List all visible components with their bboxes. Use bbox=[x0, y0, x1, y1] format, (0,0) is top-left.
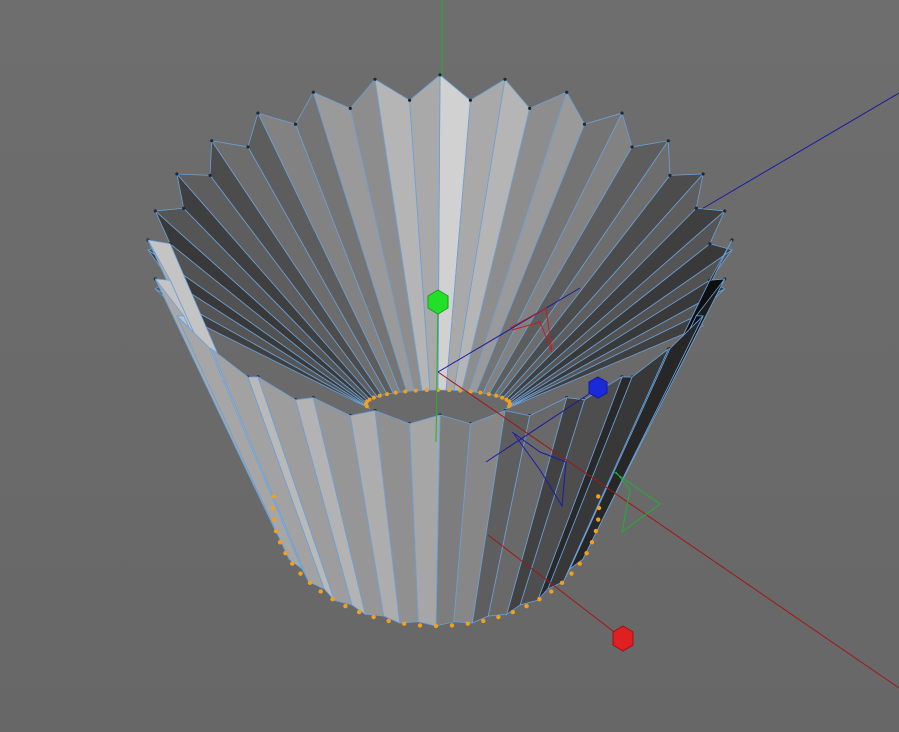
selected-vertex-outer bbox=[577, 561, 582, 566]
rim-vertex bbox=[620, 111, 624, 115]
selected-vertex-inner bbox=[385, 392, 390, 397]
selected-vertex-inner bbox=[367, 397, 372, 402]
selected-vertex-outer bbox=[433, 623, 439, 629]
selected-vertex-outer bbox=[593, 528, 599, 534]
selected-vertex-inner bbox=[500, 395, 505, 400]
selected-vertex-outer bbox=[402, 621, 407, 626]
selected-vertex-inner bbox=[393, 390, 398, 395]
selected-vertex-outer bbox=[330, 597, 335, 602]
rim-vertex bbox=[407, 98, 412, 102]
rim-vertex bbox=[468, 98, 473, 102]
selected-vertex-outer bbox=[510, 609, 516, 615]
selected-vertex-inner bbox=[478, 390, 483, 395]
rim-vertex bbox=[256, 111, 260, 115]
rim-vertex bbox=[210, 139, 214, 143]
selected-vertex-outer bbox=[449, 623, 455, 628]
selected-vertex-outer bbox=[465, 621, 470, 626]
rim-vertex bbox=[348, 106, 352, 110]
z-axis-handle[interactable] bbox=[588, 376, 608, 399]
rim-vertex bbox=[246, 145, 250, 149]
selected-vertex-outer bbox=[386, 618, 391, 624]
selected-vertex-outer bbox=[569, 571, 574, 576]
selected-vertex-outer bbox=[290, 561, 295, 566]
selected-vertex-inner bbox=[458, 388, 463, 393]
rim-vertex bbox=[373, 77, 377, 81]
x-axis-handle[interactable] bbox=[612, 625, 634, 652]
selected-vertex-inner bbox=[424, 388, 429, 393]
rim-vertex bbox=[701, 172, 705, 176]
selected-vertex-outer bbox=[596, 517, 601, 522]
selected-vertex-outer bbox=[283, 550, 288, 556]
rim-vertex bbox=[666, 139, 670, 143]
rim-vertex bbox=[630, 145, 634, 149]
selected-vertex-inner bbox=[413, 388, 418, 393]
rim-vertex bbox=[182, 206, 186, 210]
viewport-scene[interactable] bbox=[0, 0, 899, 732]
rim-vertex bbox=[582, 122, 587, 126]
selected-vertex-outer bbox=[537, 597, 542, 602]
selected-vertex-outer bbox=[549, 589, 554, 594]
selected-vertex-outer bbox=[496, 614, 501, 620]
rim-vertex bbox=[153, 209, 157, 213]
selected-vertex-outer bbox=[356, 609, 362, 615]
rim-vertex bbox=[293, 122, 298, 126]
rim-vertex bbox=[668, 173, 672, 178]
selected-vertex-outer bbox=[273, 528, 279, 534]
selected-vertex-outer bbox=[589, 540, 595, 545]
rim-vertex bbox=[565, 90, 569, 94]
selected-vertex-outer bbox=[596, 505, 602, 511]
selected-vertex-outer bbox=[559, 580, 565, 586]
selected-vertex-inner bbox=[447, 388, 452, 393]
selected-vertex-outer bbox=[318, 589, 323, 594]
selected-vertex-inner bbox=[403, 389, 408, 394]
selected-vertex-inner bbox=[377, 393, 382, 398]
rim-vertex bbox=[723, 209, 727, 213]
rim-vertex bbox=[503, 77, 507, 81]
selected-vertex-outer bbox=[524, 603, 529, 609]
rim-vertex bbox=[694, 206, 698, 210]
selected-vertex-outer bbox=[298, 571, 303, 576]
selected-vertex-inner bbox=[371, 395, 376, 400]
selected-vertex-outer bbox=[596, 494, 601, 499]
rim-vertex bbox=[708, 242, 712, 246]
selected-vertex-outer bbox=[371, 614, 376, 620]
rim-vertex bbox=[528, 106, 532, 110]
selected-vertex-outer bbox=[417, 623, 423, 628]
selected-vertex-outer bbox=[307, 580, 313, 586]
selected-vertex-outer bbox=[481, 618, 486, 624]
selected-vertex-outer bbox=[271, 517, 276, 522]
rim-vertex bbox=[175, 172, 179, 176]
selected-vertex-outer bbox=[584, 550, 589, 556]
selected-vertex-outer bbox=[271, 494, 276, 499]
3d-viewport[interactable] bbox=[0, 0, 899, 732]
rim-vertex bbox=[208, 173, 212, 178]
selected-vertex-outer bbox=[277, 540, 283, 545]
selected-vertex-outer bbox=[343, 603, 348, 609]
selected-vertex-inner bbox=[494, 393, 499, 398]
selected-vertex-outer bbox=[270, 505, 276, 511]
selected-vertex-inner bbox=[486, 392, 491, 397]
rim-vertex bbox=[438, 73, 442, 77]
selected-vertex-inner bbox=[507, 404, 512, 409]
rim-vertex bbox=[311, 90, 315, 94]
